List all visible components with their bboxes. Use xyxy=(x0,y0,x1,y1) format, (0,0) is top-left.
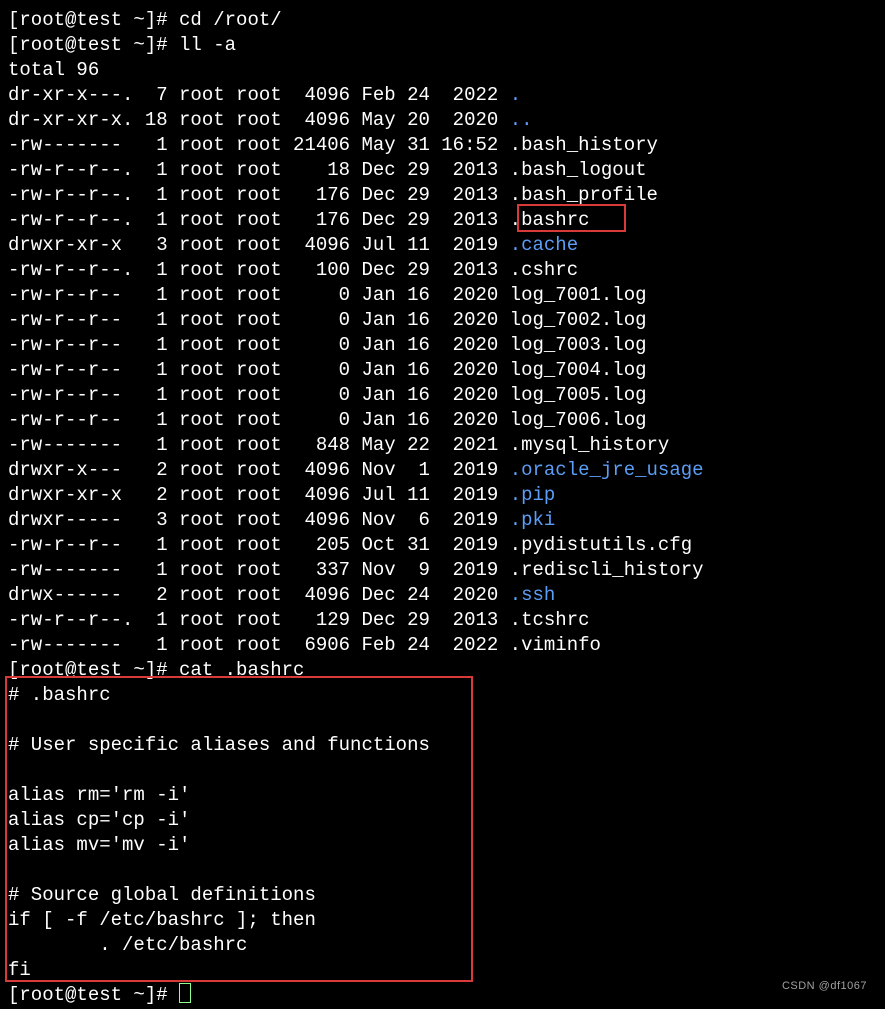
terminal-line: -rw-r--r--. 1 root root 176 Dec 29 2013 … xyxy=(8,183,877,208)
terminal-line: [root@test ~]# cd /root/ xyxy=(8,8,877,33)
terminal-line: -rw-r--r--. 1 root root 100 Dec 29 2013 … xyxy=(8,258,877,283)
dir-name: .ssh xyxy=(510,584,556,606)
terminal-line: alias mv='mv -i' xyxy=(8,833,877,858)
dir-name: .cache xyxy=(510,234,578,256)
terminal-line: -rw-r--r-- 1 root root 205 Oct 31 2019 .… xyxy=(8,533,877,558)
dir-name: .oracle_jre_usage xyxy=(510,459,704,481)
terminal-line: # .bashrc xyxy=(8,683,877,708)
terminal-line: # User specific aliases and functions xyxy=(8,733,877,758)
terminal-line: -rw-r--r--. 1 root root 18 Dec 29 2013 .… xyxy=(8,158,877,183)
terminal-output: [root@test ~]# cd /root/[root@test ~]# l… xyxy=(8,8,877,1008)
terminal-line: . /etc/bashrc xyxy=(8,933,877,958)
terminal-line: total 96 xyxy=(8,58,877,83)
dir-name: .pki xyxy=(510,509,556,531)
terminal-line: -rw-r--r--. 1 root root 129 Dec 29 2013 … xyxy=(8,608,877,633)
terminal-line: drwxr----- 3 root root 4096 Nov 6 2019 .… xyxy=(8,508,877,533)
terminal-line: alias cp='cp -i' xyxy=(8,808,877,833)
terminal-line: -rw------- 1 root root 848 May 22 2021 .… xyxy=(8,433,877,458)
terminal-line: alias rm='rm -i' xyxy=(8,783,877,808)
terminal-line: -rw-r--r-- 1 root root 0 Jan 16 2020 log… xyxy=(8,283,877,308)
terminal-line: -rw------- 1 root root 6906 Feb 24 2022 … xyxy=(8,633,877,658)
terminal-line: drwx------ 2 root root 4096 Dec 24 2020 … xyxy=(8,583,877,608)
dir-name: .pip xyxy=(510,484,556,506)
terminal-line: -rw------- 1 root root 337 Nov 9 2019 .r… xyxy=(8,558,877,583)
dir-name: .. xyxy=(510,109,533,131)
terminal-line: drwxr-xr-x 2 root root 4096 Jul 11 2019 … xyxy=(8,483,877,508)
terminal-line xyxy=(8,858,877,883)
terminal-line: # Source global definitions xyxy=(8,883,877,908)
terminal-line: fi xyxy=(8,958,877,983)
terminal-line: if [ -f /etc/bashrc ]; then xyxy=(8,908,877,933)
terminal-line: [root@test ~]# xyxy=(8,983,877,1008)
terminal-line: -rw-r--r--. 1 root root 176 Dec 29 2013 … xyxy=(8,208,877,233)
terminal-line: [root@test ~]# cat .bashrc xyxy=(8,658,877,683)
terminal-line: dr-xr-xr-x. 18 root root 4096 May 20 202… xyxy=(8,108,877,133)
terminal-line: [root@test ~]# ll -a xyxy=(8,33,877,58)
terminal-line: drwxr-xr-x 3 root root 4096 Jul 11 2019 … xyxy=(8,233,877,258)
terminal-line xyxy=(8,758,877,783)
terminal-line: -rw-r--r-- 1 root root 0 Jan 16 2020 log… xyxy=(8,408,877,433)
watermark: CSDN @df1067 xyxy=(782,974,867,999)
terminal-line: -rw------- 1 root root 21406 May 31 16:5… xyxy=(8,133,877,158)
terminal-line: -rw-r--r-- 1 root root 0 Jan 16 2020 log… xyxy=(8,308,877,333)
dir-name: . xyxy=(510,84,521,106)
cursor[interactable] xyxy=(179,983,191,1003)
terminal-line: drwxr-x--- 2 root root 4096 Nov 1 2019 .… xyxy=(8,458,877,483)
terminal-line: -rw-r--r-- 1 root root 0 Jan 16 2020 log… xyxy=(8,383,877,408)
terminal-line: dr-xr-x---. 7 root root 4096 Feb 24 2022… xyxy=(8,83,877,108)
terminal-line xyxy=(8,708,877,733)
terminal-line: -rw-r--r-- 1 root root 0 Jan 16 2020 log… xyxy=(8,358,877,383)
terminal-line: -rw-r--r-- 1 root root 0 Jan 16 2020 log… xyxy=(8,333,877,358)
